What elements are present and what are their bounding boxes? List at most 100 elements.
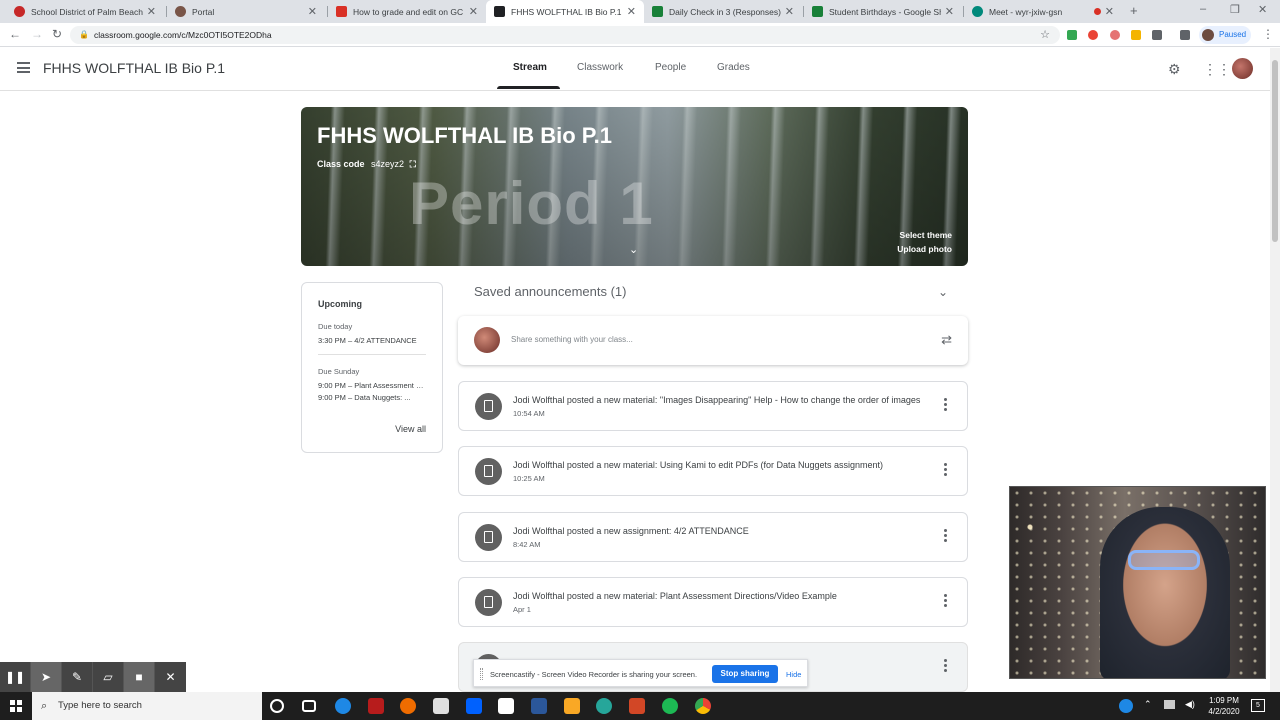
- browser-tab[interactable]: Student Birthdays - Google Shee ✕: [804, 0, 962, 23]
- help-icon[interactable]: [1119, 699, 1133, 713]
- powerpoint-icon[interactable]: [629, 698, 645, 714]
- close-icon[interactable]: ✕: [155, 662, 186, 692]
- close-tab-icon[interactable]: ✕: [1105, 5, 1114, 18]
- extensions-menu-icon[interactable]: [1180, 30, 1190, 40]
- chevron-down-icon[interactable]: ⌄: [938, 285, 948, 299]
- restore-icon[interactable]: ❐: [1230, 3, 1240, 16]
- amazon-icon[interactable]: [498, 698, 514, 714]
- eraser-icon[interactable]: ▱: [93, 662, 124, 692]
- volume-icon[interactable]: ◀): [1185, 699, 1195, 710]
- task-view-icon[interactable]: [302, 700, 316, 712]
- post-text[interactable]: Jodi Wolfthal posted a new material: "Im…: [513, 395, 925, 405]
- edge-icon[interactable]: [335, 698, 351, 714]
- word-icon[interactable]: [531, 698, 547, 714]
- battery-icon[interactable]: [1164, 700, 1175, 709]
- saved-announcements[interactable]: Saved announcements (1): [474, 284, 626, 299]
- share-announcement-card[interactable]: Share something with your class... ⇄: [458, 316, 968, 365]
- chevron-down-icon[interactable]: ⌄: [629, 243, 638, 256]
- extension-icon[interactable]: [1088, 30, 1098, 40]
- reload-icon[interactable]: ↻: [52, 27, 62, 41]
- close-tab-icon[interactable]: ✕: [308, 5, 317, 18]
- extension-icon[interactable]: [1131, 30, 1141, 40]
- back-icon[interactable]: ←: [9, 27, 21, 41]
- main-menu-icon[interactable]: [17, 62, 30, 73]
- bookmark-star-icon[interactable]: ☆: [1040, 26, 1050, 44]
- close-tab-icon[interactable]: ✕: [469, 5, 478, 18]
- minimize-icon[interactable]: –: [1200, 3, 1206, 15]
- scrollbar[interactable]: [1270, 48, 1280, 692]
- stream-post[interactable]: Jodi Wolfthal posted a new material: Pla…: [458, 577, 968, 627]
- tab-classwork[interactable]: Classwork: [577, 62, 623, 73]
- extension-icon[interactable]: [1152, 30, 1162, 40]
- avatar[interactable]: [1232, 58, 1253, 79]
- dropbox-icon[interactable]: [466, 698, 482, 714]
- webcam-overlay[interactable]: [1009, 486, 1266, 679]
- post-text[interactable]: Jodi Wolfthal posted a new material: Pla…: [513, 591, 925, 601]
- repost-icon[interactable]: ⇄: [941, 332, 952, 348]
- start-button[interactable]: [0, 692, 32, 720]
- tab-stream[interactable]: Stream: [513, 62, 547, 73]
- close-window-icon[interactable]: ✕: [1258, 3, 1267, 16]
- browser-tab[interactable]: Portal ✕: [167, 0, 325, 23]
- view-all-link[interactable]: View all: [395, 424, 426, 434]
- spotify-icon[interactable]: [662, 698, 678, 714]
- profile-button[interactable]: Paused: [1199, 26, 1251, 44]
- infinity-app-icon[interactable]: [596, 698, 612, 714]
- stream-post[interactable]: Jodi Wolfthal posted a new material: Usi…: [458, 446, 968, 496]
- drag-handle[interactable]: [480, 668, 483, 680]
- notifications-badge[interactable]: 5: [1251, 699, 1265, 712]
- more-options-icon[interactable]: [944, 463, 947, 478]
- tray-chevron-up-icon[interactable]: ⌃: [1144, 699, 1152, 710]
- stop-sharing-button[interactable]: Stop sharing: [712, 665, 778, 683]
- forward-icon[interactable]: →: [31, 27, 43, 41]
- cursor-icon[interactable]: ➤: [31, 662, 62, 692]
- cortana-icon[interactable]: [270, 699, 284, 713]
- store-icon[interactable]: [433, 698, 449, 714]
- taskbar-search[interactable]: ⌕ Type here to search: [32, 692, 262, 720]
- select-theme-link[interactable]: Select theme: [900, 230, 952, 240]
- fullscreen-icon[interactable]: ⛶: [410, 159, 416, 169]
- camera-icon[interactable]: ■: [124, 662, 155, 692]
- netflix-icon[interactable]: [368, 698, 384, 714]
- more-options-icon[interactable]: [944, 659, 947, 674]
- more-options-icon[interactable]: [944, 398, 947, 413]
- upcoming-item[interactable]: 9:00 PM – Plant Assessment Directions: [318, 381, 426, 390]
- stream-post[interactable]: Jodi Wolfthal posted a new material: "Im…: [458, 381, 968, 431]
- browser-menu-icon[interactable]: ⋮: [1262, 27, 1274, 41]
- browser-tab[interactable]: How to grade and edit on GC - j ✕: [328, 0, 486, 23]
- new-tab-button[interactable]: +: [1130, 3, 1138, 18]
- browser-tab[interactable]: Daily Check in 3 (Responses) - G ✕: [644, 0, 802, 23]
- clock[interactable]: 1:09 PM 4/2/2020: [1204, 695, 1244, 717]
- post-text[interactable]: Jodi Wolfthal posted a new material: Usi…: [513, 460, 925, 470]
- scrollbar-thumb[interactable]: [1272, 60, 1278, 242]
- tab-people[interactable]: People: [655, 62, 686, 73]
- upcoming-item[interactable]: 3:30 PM – 4/2 ATTENDANCE: [318, 336, 426, 345]
- firefox-icon[interactable]: [400, 698, 416, 714]
- more-options-icon[interactable]: [944, 529, 947, 544]
- address-bar[interactable]: 🔒 classroom.google.com/c/Mzc0OTI5OTE2ODh…: [70, 26, 1060, 44]
- browser-tab-active[interactable]: FHHS WOLFTHAL IB Bio P.1 ✕: [486, 0, 644, 23]
- file-explorer-icon[interactable]: [564, 698, 580, 714]
- close-tab-icon[interactable]: ✕: [945, 5, 954, 18]
- upload-photo-link[interactable]: Upload photo: [897, 244, 952, 254]
- pen-icon[interactable]: ✎: [62, 662, 93, 692]
- page-title[interactable]: FHHS WOLFTHAL IB Bio P.1: [43, 60, 225, 76]
- post-text[interactable]: Jodi Wolfthal posted a new assignment: 4…: [513, 526, 925, 536]
- apps-grid-icon[interactable]: ⋮⋮: [1203, 61, 1231, 78]
- tab-grades[interactable]: Grades: [717, 62, 750, 73]
- more-options-icon[interactable]: [944, 594, 947, 609]
- upcoming-item[interactable]: 9:00 PM – Data Nuggets: ...: [318, 393, 426, 402]
- browser-tab[interactable]: School District of Palm Beach Co ✕: [6, 0, 164, 23]
- gear-icon[interactable]: ⚙: [1168, 61, 1181, 78]
- hide-button[interactable]: Hide: [786, 670, 801, 679]
- close-tab-icon[interactable]: ✕: [785, 5, 794, 18]
- browser-tab[interactable]: Meet - wyr-jxiw-gsn ✕: [964, 0, 1122, 23]
- share-placeholder[interactable]: Share something with your class...: [511, 335, 633, 344]
- pause-icon[interactable]: ❚❚: [0, 662, 31, 692]
- extension-icon[interactable]: [1110, 30, 1120, 40]
- extension-icon[interactable]: [1067, 30, 1077, 40]
- chrome-icon[interactable]: [695, 698, 711, 714]
- stream-post[interactable]: Jodi Wolfthal posted a new assignment: 4…: [458, 512, 968, 562]
- close-tab-icon[interactable]: ✕: [147, 5, 156, 18]
- close-tab-icon[interactable]: ✕: [627, 5, 636, 18]
